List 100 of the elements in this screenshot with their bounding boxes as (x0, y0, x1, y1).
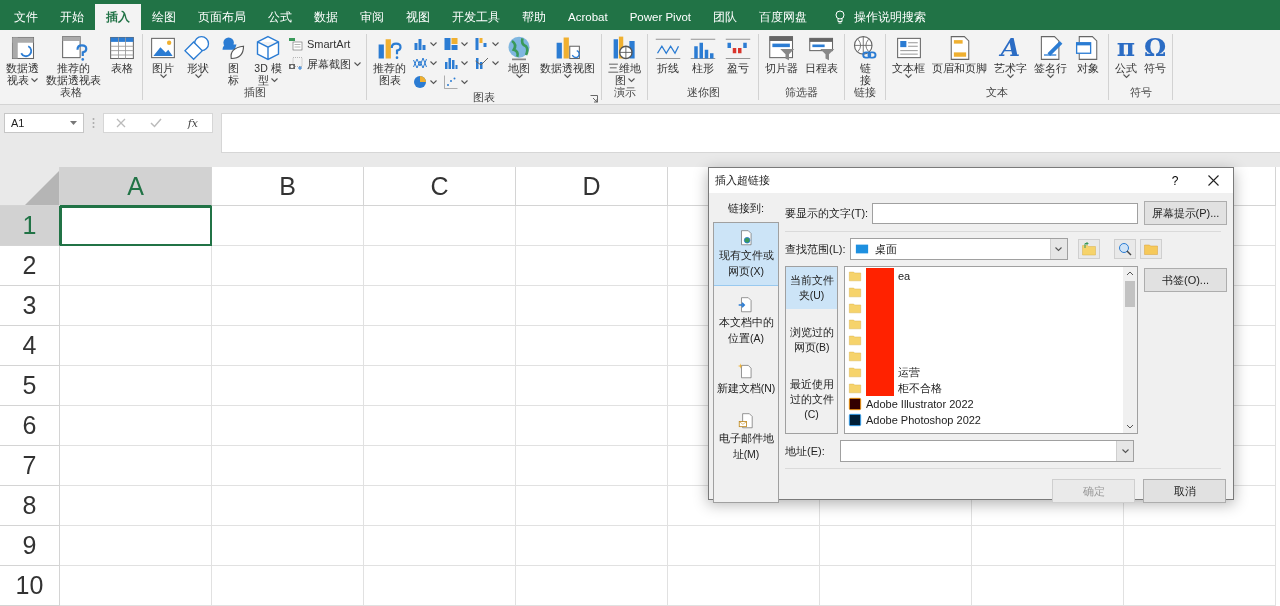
grid-cell[interactable] (212, 446, 364, 486)
grid-cell[interactable] (212, 246, 364, 286)
file-name[interactable]: 运营 (898, 364, 920, 380)
row-header[interactable]: 8 (0, 486, 60, 526)
grid-cell[interactable] (212, 566, 364, 606)
grid-cell[interactable] (364, 286, 516, 326)
close-icon[interactable] (1207, 175, 1219, 186)
row-header[interactable]: 1 (0, 206, 60, 246)
grid-cell[interactable] (972, 566, 1124, 606)
insert-function-button[interactable]: fx (185, 116, 201, 130)
ribbon-button[interactable]: 3D 模 型 (251, 34, 285, 86)
browse-place-item[interactable]: 最近使用过的文件(C) (786, 371, 837, 428)
grid-cell[interactable] (516, 326, 668, 366)
ribbon-button[interactable]: 链 接 (848, 34, 882, 86)
ribbon-tab[interactable]: 开始 (49, 4, 95, 30)
ribbon-button[interactable]: π 公式 (1112, 34, 1140, 79)
ribbon-button[interactable]: 形状 (181, 34, 215, 79)
ribbon-button[interactable]: 数据透视图 (537, 34, 598, 79)
grid-cell[interactable] (516, 286, 668, 326)
grid-cell[interactable] (820, 526, 972, 566)
ribbon-button[interactable]: 盈亏 (721, 34, 755, 74)
ribbon-tab[interactable]: 插入 (95, 4, 141, 30)
browse-file-button[interactable] (1139, 239, 1162, 259)
grid-cell[interactable] (60, 246, 212, 286)
browse-place-item[interactable]: 当前文件夹(U) (786, 267, 837, 309)
link-target-item[interactable]: 电子邮件地址(M) (714, 406, 778, 468)
grid-cell[interactable] (212, 526, 364, 566)
help-button[interactable]: ? (1157, 172, 1193, 189)
bookmark-button[interactable]: 书签(O)... (1144, 268, 1227, 292)
dropdown-button[interactable] (1116, 441, 1133, 461)
grid-cell[interactable] (60, 286, 212, 326)
up-folder-button[interactable] (1077, 239, 1100, 259)
ribbon-button[interactable]: A 艺术字 (991, 34, 1030, 79)
grid-cell[interactable] (364, 486, 516, 526)
grid-cell[interactable] (60, 406, 212, 446)
check-icon[interactable] (149, 118, 162, 128)
row-header[interactable]: 4 (0, 326, 60, 366)
row-header[interactable]: 9 (0, 526, 60, 566)
ribbon-button[interactable]: 图片 (146, 34, 180, 79)
ribbon-tab[interactable]: 视图 (395, 4, 441, 30)
browse-web-button[interactable] (1113, 239, 1136, 259)
grid-cell[interactable] (364, 526, 516, 566)
ribbon-button[interactable]: 推荐的 数据透视表 (43, 34, 104, 86)
ribbon-tab[interactable]: Acrobat (557, 4, 619, 30)
chart-type-dropdown[interactable] (441, 73, 470, 91)
grid-cell[interactable] (212, 486, 364, 526)
grid-cell[interactable] (972, 526, 1124, 566)
row-header[interactable]: 10 (0, 566, 60, 606)
link-target-item[interactable]: 新建文档(N) (714, 356, 778, 402)
select-all-triangle[interactable] (25, 171, 59, 205)
ribbon-button[interactable]: 地图 (502, 34, 536, 79)
column-header[interactable]: B (212, 167, 364, 206)
ribbon-button[interactable]: 三维地 图 (605, 34, 644, 86)
ribbon-tab[interactable]: 页面布局 (187, 4, 257, 30)
column-header[interactable]: D (516, 167, 668, 206)
grid-cell[interactable] (364, 406, 516, 446)
grid-cell[interactable] (364, 366, 516, 406)
display-text-field[interactable] (872, 202, 1138, 224)
row-header[interactable]: 2 (0, 246, 60, 286)
ribbon-button[interactable]: 柱形 (686, 34, 720, 74)
grid-cell[interactable] (364, 206, 516, 246)
grid-cell[interactable] (364, 446, 516, 486)
row-header[interactable]: 3 (0, 286, 60, 326)
screen-tip-button[interactable]: 屏幕提示(P)... (1144, 201, 1227, 225)
grid-cell[interactable] (212, 286, 364, 326)
grid-cell[interactable] (212, 206, 364, 246)
ribbon-tab[interactable]: 开发工具 (441, 4, 511, 30)
grid-cell[interactable] (60, 446, 212, 486)
grid-cell[interactable] (364, 566, 516, 606)
file-name[interactable]: Adobe Illustrator 2022 (866, 398, 974, 410)
grid-cell[interactable] (60, 326, 212, 366)
grid-cell[interactable] (516, 246, 668, 286)
name-box[interactable]: A1 (4, 113, 84, 133)
grid-cell[interactable] (668, 566, 820, 606)
active-cell[interactable] (60, 206, 212, 246)
grid-cell[interactable] (516, 446, 668, 486)
grid-cell[interactable] (60, 486, 212, 526)
grid-cell[interactable] (516, 526, 668, 566)
address-field[interactable] (840, 440, 1134, 462)
grid-cell[interactable] (1124, 526, 1276, 566)
ribbon-tab[interactable]: 团队 (702, 4, 748, 30)
ribbon-tab[interactable]: 文件 (3, 4, 49, 30)
dialog-button[interactable]: 取消 (1143, 479, 1226, 503)
ribbon-tab[interactable]: 数据 (303, 4, 349, 30)
ribbon-tab[interactable]: 绘图 (141, 4, 187, 30)
ribbon-tab[interactable]: Power Pivot (618, 4, 702, 30)
ribbon-button[interactable]: 日程表 (802, 34, 841, 74)
grid-cell[interactable] (516, 566, 668, 606)
scrollbar[interactable] (1123, 267, 1137, 433)
ribbon-tab[interactable]: 审阅 (349, 4, 395, 30)
ribbon-button[interactable]: 页眉和页脚 (929, 34, 990, 74)
grid-cell[interactable] (820, 566, 972, 606)
row-header[interactable]: 7 (0, 446, 60, 486)
file-name[interactable]: 柜不合格 (898, 380, 942, 396)
grid-cell[interactable] (516, 486, 668, 526)
grid-cell[interactable] (516, 406, 668, 446)
grid-cell[interactable] (212, 366, 364, 406)
column-header[interactable]: A (60, 167, 212, 206)
grid-cell[interactable] (212, 326, 364, 366)
ribbon-button[interactable]: 切片器 (762, 34, 801, 74)
